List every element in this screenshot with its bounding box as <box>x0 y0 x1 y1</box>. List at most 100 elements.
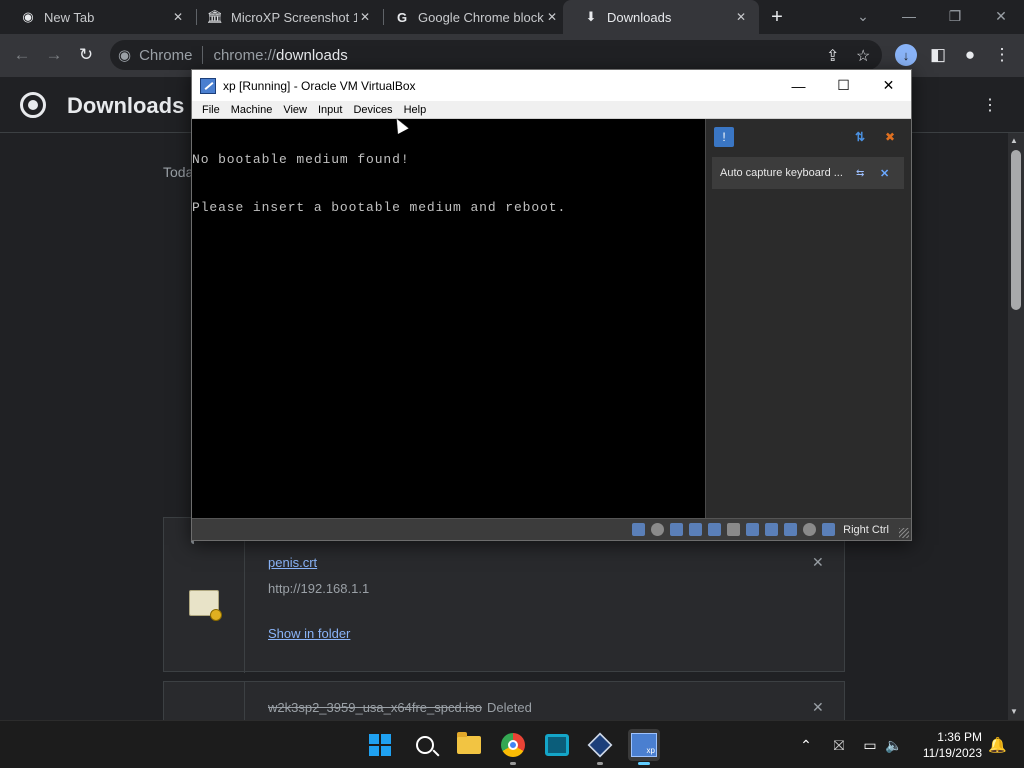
address-bar[interactable]: ◉ Chrome chrome:// downloads ⇪ ☆ <box>110 40 882 70</box>
notification-toggle-icon[interactable]: ! <box>714 127 734 147</box>
close-icon[interactable]: ✕ <box>170 9 186 25</box>
notification-item: Auto capture keyboard ... ⇆ ✕ <box>712 157 904 189</box>
minimize-button[interactable]: — <box>886 0 932 32</box>
window-title: xp [Running] - Oracle VM VirtualBox <box>223 78 416 93</box>
downloads-bubble-icon[interactable]: ↓ <box>895 44 917 66</box>
chrome-taskbar-button[interactable] <box>497 729 529 765</box>
maximize-button[interactable]: ☐ <box>821 70 866 101</box>
vt-x-icon[interactable] <box>784 523 798 536</box>
keyboard-capture-icon[interactable] <box>822 523 836 536</box>
menu-devices[interactable]: Devices <box>353 104 392 116</box>
recording-icon[interactable] <box>765 523 779 536</box>
file-explorer-button[interactable] <box>453 729 485 761</box>
close-icon[interactable]: ✕ <box>880 167 889 180</box>
hard-disk-icon[interactable] <box>632 523 646 536</box>
menu-machine[interactable]: Machine <box>231 104 273 116</box>
page-title: Downloads <box>67 93 185 118</box>
remove-download-button[interactable]: ✕ <box>812 699 824 716</box>
chrome-menu-icon[interactable]: ⋮ <box>989 42 1015 68</box>
forward-button[interactable]: → <box>41 42 67 68</box>
network-icon[interactable]: ▭ <box>860 721 880 768</box>
close-window-button[interactable]: ✕ <box>866 70 911 101</box>
close-window-button[interactable]: ✕ <box>978 0 1024 32</box>
start-button[interactable] <box>364 729 396 761</box>
tab-new-tab[interactable]: ◉ New Tab ✕ <box>0 0 196 34</box>
xp-vm-taskbar-button[interactable]: xp <box>628 729 660 765</box>
side-panel-icon[interactable]: ◧ <box>925 42 951 68</box>
tab-label: MicroXP Screenshot 1 <box>231 9 357 25</box>
remote-desktop-icon <box>545 734 569 756</box>
site-info-chip[interactable]: ◉ Chrome <box>118 46 192 65</box>
search-button[interactable] <box>409 729 441 761</box>
chrome-icon: ◉ <box>22 9 34 24</box>
chrome-logo-icon <box>20 92 46 118</box>
app-tray-icon[interactable]: ⛝ <box>828 721 850 768</box>
vm-console-screen[interactable]: No bootable medium found! Please insert … <box>192 119 705 518</box>
resize-grip[interactable] <box>899 528 909 538</box>
console-line: No bootable medium found! <box>192 152 410 167</box>
volume-icon[interactable]: 🔈 <box>884 721 904 768</box>
scroll-up-icon[interactable]: ▲ <box>1010 136 1018 145</box>
xp-vm-icon: xp <box>631 733 657 757</box>
optical-drive-icon[interactable] <box>651 523 665 536</box>
virtualbox-window: xp [Running] - Oracle VM VirtualBox — ☐ … <box>191 69 912 541</box>
virtualbox-manager-button[interactable] <box>584 729 616 765</box>
show-in-folder-link[interactable]: Show in folder <box>268 626 350 641</box>
desktop-screen: ◉ New Tab ✕ 🏛 MicroXP Screenshot 1 ✕ G G… <box>0 0 1024 768</box>
usb-icon[interactable] <box>708 523 722 536</box>
sort-icon[interactable]: ⇅ <box>850 127 870 147</box>
folder-icon <box>457 732 481 754</box>
certificate-file-icon <box>189 590 222 621</box>
download-file-name[interactable]: penis.crt <box>268 555 317 570</box>
scrollbar-thumb[interactable] <box>1011 150 1021 310</box>
remove-download-button[interactable]: ✕ <box>812 554 824 571</box>
close-icon[interactable]: ✕ <box>733 9 749 25</box>
audio-icon[interactable] <box>670 523 684 536</box>
tab-google-chrome-block[interactable]: G Google Chrome block ✕ <box>374 0 570 34</box>
menu-input[interactable]: Input <box>318 104 342 116</box>
remote-desktop-button[interactable] <box>541 729 573 761</box>
tab-search-button[interactable]: ⌄ <box>840 0 886 32</box>
system-clock[interactable]: 1:36 PM 11/19/2023 <box>912 729 982 761</box>
shared-folders-icon[interactable] <box>727 523 741 536</box>
chrome-icon <box>501 733 525 757</box>
tab-downloads[interactable]: ⬇ Downloads ✕ <box>563 0 759 34</box>
chrome-icon: ◉ <box>118 47 132 64</box>
virtualbox-icon <box>587 732 613 758</box>
console-line: Please insert a bootable medium and rebo… <box>192 200 567 215</box>
minimize-button[interactable]: — <box>776 70 821 101</box>
host-key-label: Right Ctrl <box>843 523 889 536</box>
show-hidden-icons-button[interactable]: ⌃ <box>796 721 816 768</box>
clear-notifications-icon[interactable]: ✖ <box>880 127 900 147</box>
new-tab-button[interactable]: + <box>766 6 788 28</box>
back-button[interactable]: ← <box>9 42 35 68</box>
menu-file[interactable]: File <box>202 104 220 116</box>
network-icon[interactable] <box>689 523 703 536</box>
close-icon[interactable]: ✕ <box>357 9 373 25</box>
search-icon <box>416 736 434 754</box>
profile-icon[interactable]: ● <box>957 42 983 68</box>
more-actions-icon[interactable]: ⋮ <box>982 95 998 115</box>
tab-label: Google Chrome block <box>418 9 544 25</box>
omnibox-divider <box>202 46 204 64</box>
virtualbox-title-bar[interactable]: xp [Running] - Oracle VM VirtualBox — ☐ … <box>192 70 911 101</box>
menu-view[interactable]: View <box>283 104 307 116</box>
date-section-label: Toda <box>163 164 194 180</box>
notification-bell-icon[interactable]: 🔔 <box>988 736 1007 754</box>
display-icon[interactable] <box>746 523 760 536</box>
mouse-integration-icon[interactable] <box>803 523 817 536</box>
share-icon[interactable]: ⇪ <box>826 46 839 66</box>
bookmark-star-icon[interactable]: ☆ <box>856 46 870 66</box>
restore-button[interactable]: ❐ <box>932 0 978 32</box>
menu-help[interactable]: Help <box>404 104 427 116</box>
close-icon[interactable]: ✕ <box>544 9 560 25</box>
reload-button[interactable]: ↻ <box>73 42 99 68</box>
help-icon[interactable]: ⇆ <box>856 168 864 179</box>
chrome-tab-strip: ◉ New Tab ✕ 🏛 MicroXP Screenshot 1 ✕ G G… <box>0 0 1024 34</box>
scroll-down-icon[interactable]: ▼ <box>1010 707 1018 716</box>
download-status: Deleted <box>487 700 532 715</box>
tab-microxp-screenshot[interactable]: 🏛 MicroXP Screenshot 1 ✕ <box>187 0 383 34</box>
google-icon: G <box>396 9 408 25</box>
url-host: downloads <box>275 46 348 64</box>
virtualbox-menu-bar: File Machine View Input Devices Help <box>192 101 911 119</box>
